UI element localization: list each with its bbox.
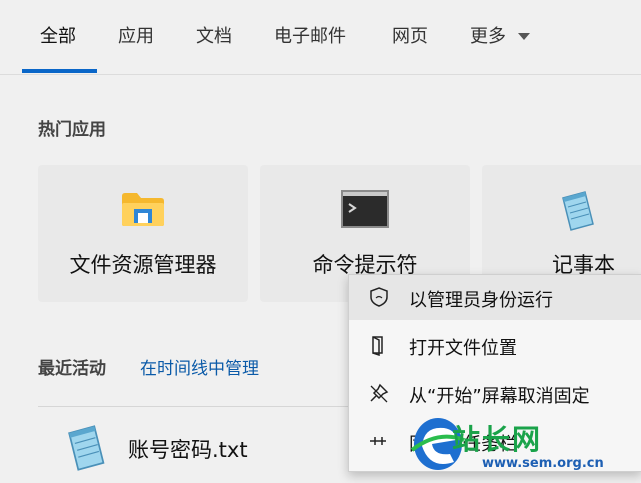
tab-email[interactable]: 电子邮件 (274, 22, 346, 48)
recent-file-item[interactable]: 账号密码.txt (128, 434, 248, 464)
tab-more-label: 更多 (470, 26, 506, 47)
notepad-icon (68, 425, 105, 471)
tab-web[interactable]: 网页 (392, 22, 428, 48)
menu-item-run-as-admin[interactable]: 以管理员身份运行 (349, 275, 641, 320)
tab-documents[interactable]: 文档 (196, 22, 232, 48)
watermark-text: 站长网 (452, 423, 543, 456)
app-card-label: 文件资源管理器 (69, 253, 217, 277)
folder-open-icon (372, 336, 383, 356)
pin-icon (370, 437, 386, 445)
shield-icon (370, 287, 388, 307)
menu-item-open-location[interactable]: 打开文件位置 (349, 323, 641, 368)
search-tabs: 全部 应用 文档 电子邮件 网页 更多 (0, 0, 641, 75)
terminal-icon (341, 190, 389, 228)
caret-down-icon (517, 33, 530, 40)
watermark-url: www.sem.org.cn (482, 456, 604, 471)
tab-more[interactable]: 更多 (470, 22, 530, 48)
menu-item-label: 从“开始”屏幕取消固定 (409, 386, 590, 407)
manage-timeline-link[interactable]: 在时间线中管理 (140, 354, 259, 379)
notepad-icon (561, 191, 594, 231)
active-tab-indicator (22, 69, 97, 73)
folder-icon (122, 193, 164, 226)
tab-apps[interactable]: 应用 (118, 22, 154, 48)
hot-apps-title: 热门应用 (38, 120, 106, 140)
menu-item-label: 以管理员身份运行 (409, 290, 553, 311)
menu-item-label: 打开文件位置 (409, 338, 517, 359)
menu-item-unpin-start[interactable]: 从“开始”屏幕取消固定 (349, 371, 641, 416)
unpin-icon (370, 383, 389, 403)
tab-all[interactable]: 全部 (40, 22, 76, 48)
recent-activity-title: 最近活动 (38, 359, 106, 379)
app-card-file-explorer[interactable]: 文件资源管理器 (38, 165, 248, 302)
